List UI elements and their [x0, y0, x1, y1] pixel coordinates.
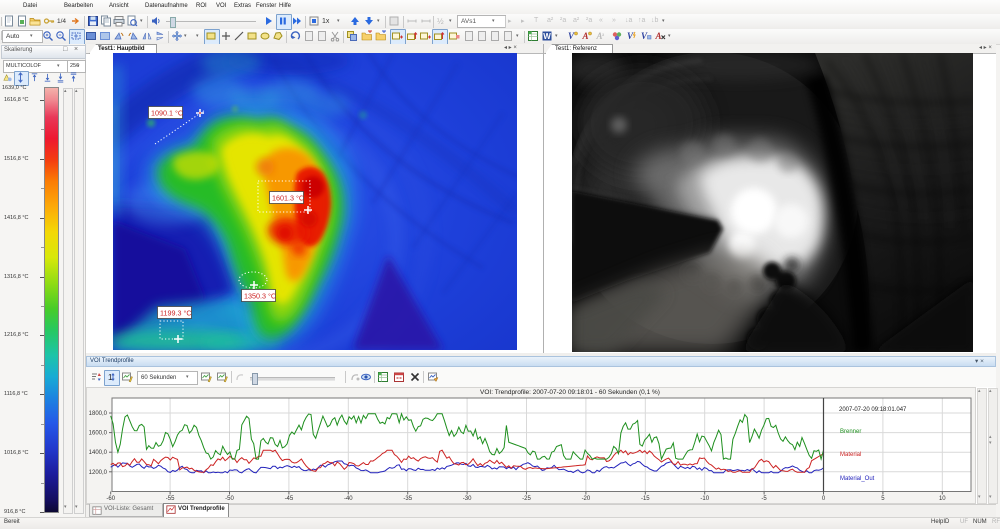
svg-text:VOI: Trendprofile: 2007-07-20: VOI: Trendprofile: 2007-07-20 09:18:01 -… [480, 389, 660, 396]
svg-text:1400,0: 1400,0 [89, 450, 108, 456]
svg-text:W: W [543, 32, 551, 41]
svg-text:-55: -55 [166, 496, 175, 502]
svg-text:5: 5 [881, 496, 885, 502]
svg-text:-60: -60 [106, 496, 115, 502]
svg-text:1800,0: 1800,0 [89, 411, 108, 417]
svg-text:2007-07-20 09:18:01.047: 2007-07-20 09:18:01.047 [839, 407, 907, 413]
svg-text:-25: -25 [522, 496, 531, 502]
svg-text:-35: -35 [403, 496, 412, 502]
svg-text:Material_Out: Material_Out [840, 476, 875, 482]
svg-text:-15: -15 [641, 496, 650, 502]
svg-text:-30: -30 [463, 496, 472, 502]
svg-text:1601.3 °C: 1601.3 °C [272, 194, 304, 203]
svg-text:-10: -10 [700, 496, 709, 502]
svg-text:1600,0: 1600,0 [89, 431, 108, 437]
svg-text:10: 10 [939, 496, 946, 502]
svg-text:Brenner: Brenner [840, 429, 861, 435]
svg-text:1199.3 °C: 1199.3 °C [160, 309, 192, 318]
svg-text:1200,0: 1200,0 [89, 470, 108, 476]
svg-text:-50: -50 [225, 496, 234, 502]
svg-text:0: 0 [822, 496, 826, 502]
svg-text:1090.1 °C: 1090.1 °C [151, 109, 183, 118]
svg-text:-40: -40 [344, 496, 353, 502]
svg-text:1350.3 °C: 1350.3 °C [244, 292, 276, 301]
svg-text:Material: Material [840, 452, 861, 458]
svg-text:-5: -5 [761, 496, 767, 502]
svg-text:V: V [641, 31, 648, 41]
svg-text:A: A [582, 31, 589, 41]
svg-text:-45: -45 [285, 496, 294, 502]
svg-text:a: a [602, 33, 605, 38]
svg-text:V: V [568, 31, 575, 41]
svg-text:A: A [655, 31, 662, 41]
svg-text:½: ½ [437, 17, 444, 26]
svg-text:-20: -20 [582, 496, 591, 502]
svg-text:V: V [627, 31, 634, 41]
